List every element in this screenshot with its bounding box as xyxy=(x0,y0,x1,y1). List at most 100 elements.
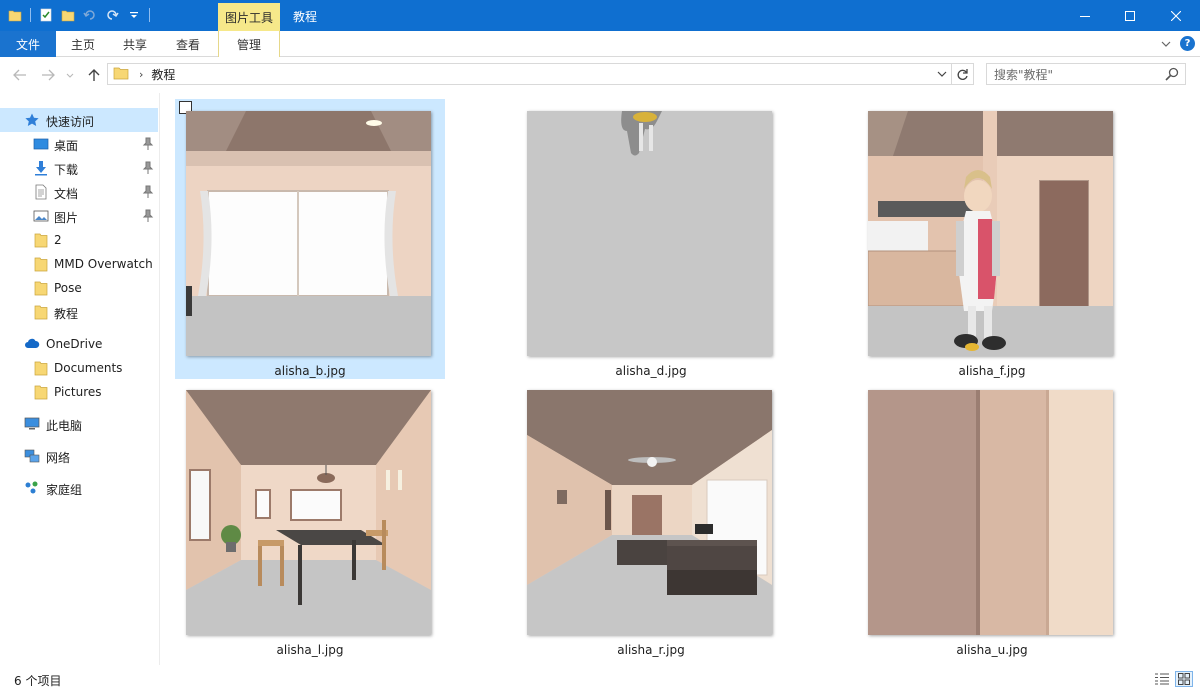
tab-file[interactable]: 文件 xyxy=(0,31,56,57)
arrow-up-icon xyxy=(88,69,100,81)
close-button[interactable] xyxy=(1153,0,1199,31)
file-name[interactable]: alisha_r.jpg xyxy=(516,643,786,657)
file-item[interactable]: alisha_d.jpg xyxy=(516,99,786,379)
recent-locations-button[interactable] xyxy=(64,65,76,85)
sidebar-item-downloads[interactable]: 下载 xyxy=(0,156,158,180)
thumbnail-image xyxy=(868,111,1113,356)
sidebar-item-label: 图片 xyxy=(54,211,79,225)
up-button[interactable] xyxy=(84,65,104,85)
sidebar-item-label: 此电脑 xyxy=(46,419,83,433)
breadcrumb-current[interactable]: 教程 xyxy=(151,66,175,83)
computer-icon xyxy=(24,416,40,432)
item-count: 6 个项目 xyxy=(14,674,62,688)
sidebar-item-folder-2[interactable]: 2 xyxy=(0,228,158,252)
file-name[interactable]: alisha_l.jpg xyxy=(175,643,445,657)
sidebar-item-label: 快速访问 xyxy=(46,115,95,129)
document-icon xyxy=(33,184,49,200)
details-view-icon xyxy=(1155,673,1169,685)
sidebar-item-quick-access[interactable]: 快速访问 xyxy=(0,108,158,132)
sidebar-item-label: 教程 xyxy=(54,307,79,321)
properties-icon[interactable] xyxy=(37,6,55,24)
forward-button[interactable] xyxy=(38,65,58,85)
sidebar-item-onedrive-documents[interactable]: Documents xyxy=(0,356,158,380)
sidebar-item-desktop[interactable]: 桌面 xyxy=(0,132,158,156)
file-item[interactable]: alisha_u.jpg xyxy=(857,378,1127,658)
sidebar-item-pose[interactable]: Pose xyxy=(0,276,158,300)
sidebar-item-this-pc[interactable]: 此电脑 xyxy=(0,412,158,436)
folder-icon xyxy=(33,280,49,296)
new-folder-icon[interactable] xyxy=(59,6,77,24)
toolbar-separator xyxy=(30,8,31,22)
maximize-button[interactable] xyxy=(1107,0,1153,31)
file-name[interactable]: alisha_d.jpg xyxy=(516,364,786,378)
breadcrumb-separator[interactable]: › xyxy=(139,68,143,81)
pin-icon[interactable] xyxy=(142,137,154,151)
sidebar-item-network[interactable]: 网络 xyxy=(0,444,158,468)
sidebar-item-label: Documents xyxy=(54,361,123,375)
sidebar-item-label: 2 xyxy=(54,233,62,247)
sidebar-item-onedrive-pictures[interactable]: Pictures xyxy=(0,380,158,404)
title-bar: 图片工具 教程 xyxy=(0,0,1200,31)
tab-view[interactable]: 查看 xyxy=(164,31,212,57)
refresh-icon xyxy=(957,68,968,80)
sidebar-item-label: Pose xyxy=(54,281,82,295)
contextual-tab-group-label: 图片工具 xyxy=(218,3,280,31)
download-icon xyxy=(33,160,49,176)
help-button[interactable]: ? xyxy=(1180,36,1195,51)
folder-icon[interactable] xyxy=(6,6,24,24)
sidebar-item-label: 桌面 xyxy=(54,139,79,153)
thumbnail-image xyxy=(186,390,431,635)
folder-icon xyxy=(33,304,49,320)
sidebar-item-label: MMD Overwatch xyxy=(54,257,153,271)
file-item[interactable]: alisha_f.jpg xyxy=(857,99,1127,379)
sidebar-item-label: Pictures xyxy=(54,385,102,399)
thumbnail-image xyxy=(527,390,772,635)
minimize-button[interactable] xyxy=(1062,0,1108,31)
search-icon[interactable] xyxy=(1165,67,1179,81)
arrow-right-icon xyxy=(42,69,55,81)
file-item[interactable]: alisha_l.jpg xyxy=(175,378,445,658)
file-name[interactable]: alisha_f.jpg xyxy=(857,364,1127,378)
details-view-button[interactable] xyxy=(1153,671,1171,687)
tab-manage[interactable]: 管理 xyxy=(218,31,280,57)
sidebar-item-homegroup[interactable]: 家庭组 xyxy=(0,476,158,500)
sidebar-item-tutorial[interactable]: 教程 xyxy=(0,300,158,324)
sidebar-item-label: OneDrive xyxy=(46,337,103,351)
quick-access-toolbar xyxy=(6,6,152,24)
cloud-icon xyxy=(24,336,40,352)
address-bar[interactable]: › 教程 xyxy=(107,63,952,85)
folder-icon xyxy=(33,256,49,272)
large-icons-view-button[interactable] xyxy=(1175,671,1193,687)
file-view: alisha_b.jpg alisha_d.jpg alisha_f.jpg a… xyxy=(161,93,1200,665)
sidebar-item-pictures[interactable]: 图片 xyxy=(0,204,158,228)
sidebar-item-label: 文档 xyxy=(54,187,79,201)
tab-home[interactable]: 主页 xyxy=(60,31,106,57)
sidebar-item-documents[interactable]: 文档 xyxy=(0,180,158,204)
status-bar: 6 个项目 xyxy=(0,665,1200,692)
pin-icon[interactable] xyxy=(142,209,154,223)
file-item[interactable]: alisha_b.jpg xyxy=(175,99,445,379)
undo-icon[interactable] xyxy=(81,6,99,24)
folder-icon xyxy=(33,360,49,376)
back-button[interactable] xyxy=(10,65,30,85)
refresh-button[interactable] xyxy=(952,63,974,85)
file-name[interactable]: alisha_u.jpg xyxy=(857,643,1127,657)
pin-icon[interactable] xyxy=(142,161,154,175)
file-name[interactable]: alisha_b.jpg xyxy=(175,364,445,378)
sidebar-item-label: 家庭组 xyxy=(46,483,83,497)
customize-toolbar-icon[interactable] xyxy=(125,6,143,24)
ribbon-tabs: 文件 主页 共享 查看 管理 ? xyxy=(0,31,1200,57)
chevron-down-icon xyxy=(937,71,947,77)
pictures-icon xyxy=(33,208,49,224)
sidebar-item-onedrive[interactable]: OneDrive xyxy=(0,332,158,356)
pin-icon[interactable] xyxy=(142,185,154,199)
sidebar-item-label: 网络 xyxy=(46,451,71,465)
tab-share[interactable]: 共享 xyxy=(112,31,158,57)
address-history-button[interactable] xyxy=(935,67,949,81)
search-input[interactable]: 搜索"教程" xyxy=(986,63,1186,85)
file-item[interactable]: alisha_r.jpg xyxy=(516,378,786,658)
redo-icon[interactable] xyxy=(103,6,121,24)
search-placeholder: 搜索"教程" xyxy=(994,67,1054,82)
sidebar-item-mmd-overwatch[interactable]: MMD Overwatch xyxy=(0,252,158,276)
expand-ribbon-button[interactable] xyxy=(1158,36,1174,52)
